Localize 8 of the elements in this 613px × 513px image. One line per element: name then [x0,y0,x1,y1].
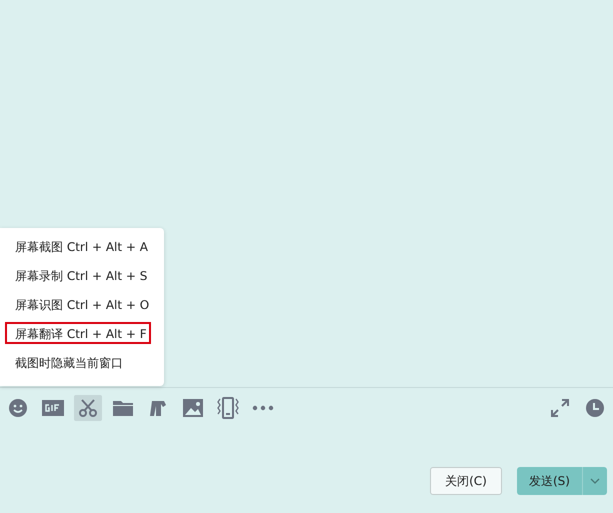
menu-item[interactable]: 屏幕录制 Ctrl + Alt + S [5,264,151,286]
send-button[interactable]: 发送(S) [517,467,583,495]
close-button[interactable]: 关闭(C) [430,467,502,495]
menu-item[interactable]: 屏幕识图 Ctrl + Alt + O [5,293,151,315]
scissors-icon[interactable] [74,395,102,421]
menu-item[interactable]: 屏幕翻译 Ctrl + Alt + F [5,322,151,344]
menu-item[interactable]: 屏幕截图 Ctrl + Alt + A [5,235,151,257]
menu-item[interactable]: 截图时隐藏当前窗口 [5,351,151,373]
